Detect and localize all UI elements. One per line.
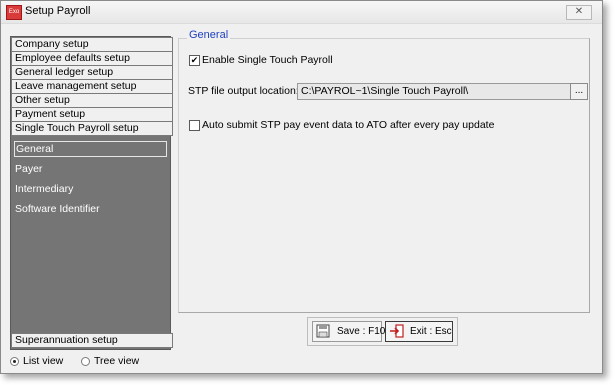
nav-item-leave-management-setup[interactable]: Leave management setup	[11, 79, 173, 94]
window-title: Setup Payroll	[25, 5, 91, 17]
enable-stp-checkbox[interactable]: ✔	[189, 55, 200, 66]
sub-item-general[interactable]: General	[14, 141, 167, 157]
setup-navigation: Company setup Employee defaults setup Ge…	[10, 36, 173, 350]
enable-stp-label: Enable Single Touch Payroll	[202, 54, 333, 66]
list-view-option[interactable]: List view	[10, 355, 63, 367]
list-view-label: List view	[23, 355, 64, 367]
title-bar: Exo Setup Payroll ✕	[1, 1, 602, 24]
browse-button[interactable]: ...	[570, 83, 588, 100]
nav-item-single-touch-payroll-setup[interactable]: Single Touch Payroll setup	[11, 121, 173, 136]
file-location-field[interactable]: C:\PAYROL~1\Single Touch Payroll\	[297, 83, 572, 100]
tree-view-option[interactable]: Tree view	[81, 355, 139, 367]
nav-item-payment-setup[interactable]: Payment setup	[11, 107, 173, 122]
exit-button-label: Exit : Esc	[410, 326, 452, 337]
action-button-group: Save : F10 Exit : Esc	[307, 317, 458, 346]
nav-item-employee-defaults-setup[interactable]: Employee defaults setup	[11, 51, 173, 66]
save-disk-icon	[316, 324, 330, 338]
panel-title: General	[187, 29, 231, 41]
nav-item-company-setup[interactable]: Company setup	[11, 37, 173, 52]
app-logo-icon: Exo	[6, 5, 22, 20]
save-button[interactable]: Save : F10	[312, 321, 386, 342]
general-settings-panel	[178, 38, 590, 313]
tree-view-radio[interactable]	[81, 356, 90, 366]
close-button[interactable]: ✕	[566, 5, 592, 20]
sub-item-payer[interactable]: Payer	[14, 162, 165, 176]
nav-item-superannuation-setup[interactable]: Superannuation setup	[11, 333, 173, 348]
setup-payroll-window: Exo Setup Payroll ✕ Company setup Employ…	[0, 0, 603, 374]
exit-button[interactable]: Exit : Esc	[385, 321, 453, 342]
sub-item-software-identifier[interactable]: Software Identifier	[14, 202, 165, 216]
nav-item-other-setup[interactable]: Other setup	[11, 93, 173, 108]
list-view-radio[interactable]	[10, 356, 19, 366]
save-button-label: Save : F10	[337, 326, 386, 337]
tree-view-label: Tree view	[94, 355, 140, 367]
sub-item-intermediary[interactable]: Intermediary	[14, 182, 165, 196]
nav-item-general-ledger-setup[interactable]: General ledger setup	[11, 65, 173, 80]
auto-submit-label: Auto submit STP pay event data to ATO af…	[202, 119, 495, 131]
file-location-label: STP file output location:	[188, 85, 299, 97]
exit-door-icon	[390, 324, 404, 338]
auto-submit-checkbox[interactable]	[189, 120, 200, 131]
